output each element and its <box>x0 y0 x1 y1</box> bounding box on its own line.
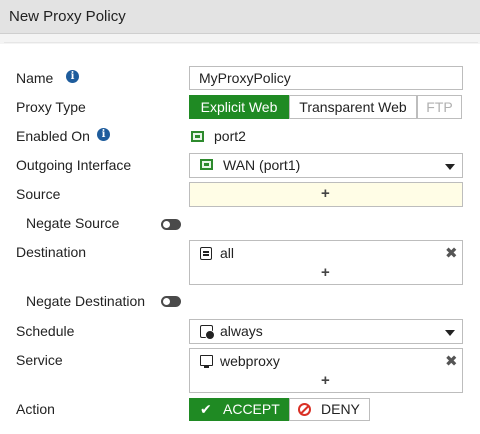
negate-source-label: Negate Source <box>26 215 120 231</box>
destination-label: Destination <box>16 244 87 260</box>
name-label: Name <box>16 70 54 86</box>
port-icon <box>191 131 204 142</box>
panel-divider <box>4 42 478 44</box>
negate-source-toggle[interactable] <box>161 219 181 230</box>
destination-field[interactable]: all ✖ + <box>189 240 463 285</box>
service-field[interactable]: webproxy ✖ + <box>189 348 463 393</box>
negate-destination-label: Negate Destination <box>26 293 146 309</box>
schedule-value: always <box>220 323 263 339</box>
port-icon <box>200 159 213 170</box>
enabled-on-info-icon[interactable]: i <box>97 128 110 141</box>
service-item: webproxy <box>220 353 280 369</box>
accept-button-label: ACCEPT <box>223 401 280 417</box>
source-label: Source <box>16 186 61 202</box>
deny-button-label: DENY <box>321 401 360 417</box>
chevron-down-icon <box>445 330 455 336</box>
enabled-on-value: port2 <box>214 128 246 144</box>
negate-destination-toggle[interactable] <box>161 296 181 307</box>
destination-item: all <box>220 245 235 261</box>
remove-service-icon[interactable]: ✖ <box>445 352 458 370</box>
outgoing-interface-value: WAN (port1) <box>223 157 301 173</box>
schedule-select[interactable]: always <box>189 319 463 344</box>
remove-destination-icon[interactable]: ✖ <box>445 244 458 262</box>
enabled-on-label: Enabled On <box>16 128 90 144</box>
add-service-icon[interactable]: + <box>321 372 330 389</box>
address-icon <box>200 247 212 260</box>
service-icon <box>200 355 213 368</box>
schedule-label: Schedule <box>16 323 75 339</box>
deny-circle-icon <box>298 403 311 416</box>
service-label: Service <box>16 352 63 368</box>
checkmark-icon: ✔ <box>200 401 212 417</box>
add-destination-icon[interactable]: + <box>321 264 330 281</box>
proxy-type-explicit-web[interactable]: Explicit Web <box>189 95 289 119</box>
schedule-icon <box>200 325 215 340</box>
accept-button[interactable]: ✔ ACCEPT <box>189 398 289 421</box>
name-input[interactable]: MyProxyPolicy <box>189 66 463 90</box>
proxy-type-transparent-web[interactable]: Transparent Web <box>289 95 417 119</box>
proxy-type-ftp[interactable]: FTP <box>417 95 462 119</box>
outgoing-interface-label: Outgoing Interface <box>16 157 132 173</box>
outgoing-interface-select[interactable]: WAN (port1) <box>189 153 463 178</box>
deny-button[interactable]: DENY <box>289 398 370 421</box>
chevron-down-icon <box>445 164 455 170</box>
proxy-type-label: Proxy Type <box>16 99 86 115</box>
name-info-icon[interactable]: i <box>66 70 79 83</box>
action-label: Action <box>16 401 55 417</box>
source-field[interactable]: + <box>189 182 463 207</box>
dialog-title: New Proxy Policy <box>9 8 126 25</box>
dialog-title-bar: New Proxy Policy <box>0 0 480 34</box>
add-source-icon[interactable]: + <box>321 185 330 202</box>
